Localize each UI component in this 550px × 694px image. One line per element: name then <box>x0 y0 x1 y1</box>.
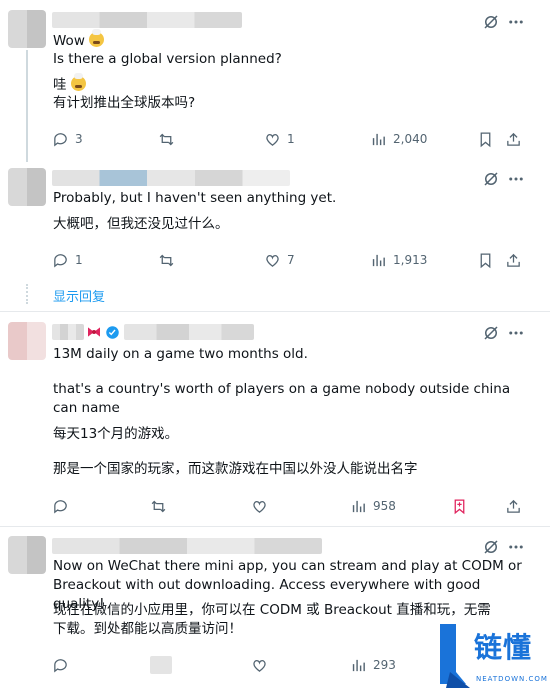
redacted-block <box>150 656 172 674</box>
repost-icon <box>159 254 174 266</box>
like-count: 1 <box>287 132 295 146</box>
watermark-brand: 链懂 <box>474 631 533 664</box>
action-bar: 1 7 1,913 <box>0 250 550 270</box>
author-handle-redacted[interactable] <box>124 324 254 340</box>
post-text-line: 每天13个月的游戏。 <box>53 426 179 442</box>
reply-icon <box>54 132 67 146</box>
heart-icon <box>253 659 266 672</box>
views-icon <box>352 500 365 512</box>
like-button[interactable]: 7 <box>264 250 295 270</box>
bookmark-button[interactable] <box>477 250 494 270</box>
share-button[interactable] <box>505 496 522 516</box>
share-button[interactable] <box>505 250 522 270</box>
action-bar: 958 <box>0 496 550 516</box>
view-count: 958 <box>373 499 396 513</box>
post-text-line: 大概吧，但我还没见过什么。 <box>53 216 229 232</box>
views-button[interactable]: 1,913 <box>370 250 427 270</box>
bookmark-icon <box>454 498 465 514</box>
bow-emoji-icon <box>88 327 100 337</box>
more-icon[interactable] <box>507 170 525 188</box>
more-icon[interactable] <box>507 13 525 31</box>
post-text-line: Wow <box>53 29 104 51</box>
views-icon <box>372 133 385 145</box>
post-text-line: Is there a global version planned? <box>53 51 282 67</box>
author-name-redacted[interactable] <box>52 12 242 28</box>
views-icon <box>352 659 365 671</box>
repost-button[interactable] <box>150 496 167 516</box>
more-icon[interactable] <box>507 538 525 556</box>
views-button[interactable]: 293 <box>350 655 396 675</box>
reply-icon <box>54 658 67 672</box>
reply-button[interactable] <box>52 496 69 516</box>
reply-count: 1 <box>75 253 83 267</box>
post-text-line: 13M daily on a game two months old. <box>53 346 308 362</box>
reply-icon <box>54 253 67 267</box>
reply-button[interactable]: 3 <box>52 129 83 149</box>
like-button[interactable]: 1 <box>264 129 295 149</box>
heart-icon <box>266 254 279 267</box>
views-button[interactable]: 2,040 <box>370 129 427 149</box>
reply-count: 3 <box>75 132 83 146</box>
avatar[interactable] <box>8 536 46 574</box>
repost-button-redacted[interactable] <box>150 655 172 675</box>
view-count: 2,040 <box>393 132 428 146</box>
reply-button[interactable]: 1 <box>52 250 83 270</box>
more-icon[interactable] <box>507 324 525 342</box>
avatar[interactable] <box>8 168 46 206</box>
exploding-head-emoji-icon <box>88 29 104 47</box>
exploding-head-emoji-icon <box>70 73 86 91</box>
bookmark-button[interactable] <box>477 129 494 149</box>
view-count: 1,913 <box>393 253 428 267</box>
post-text-line: 那是一个国家的玩家，而这款游戏在中国以外没人能说出名字 <box>53 461 418 477</box>
post-text-line: that's a country's worth of players on a… <box>53 381 511 416</box>
view-count: 293 <box>373 658 396 672</box>
divider <box>0 526 550 527</box>
repost-button[interactable] <box>158 129 175 149</box>
repost-button[interactable] <box>158 250 175 270</box>
show-replies-link[interactable]: 显示回复 <box>53 286 105 305</box>
grok-icon[interactable] <box>482 538 500 556</box>
share-icon <box>507 132 520 146</box>
post-text-line: 哇 <box>53 73 86 95</box>
views-icon <box>372 254 385 266</box>
heart-icon <box>266 133 279 146</box>
avatar[interactable] <box>8 10 46 48</box>
post-text-line: Probably, but I haven't seen anything ye… <box>53 190 337 206</box>
views-button[interactable]: 958 <box>350 496 396 516</box>
reply-button[interactable] <box>52 655 69 675</box>
like-button[interactable] <box>251 496 268 516</box>
repost-icon <box>159 133 174 145</box>
reply-icon <box>54 499 67 513</box>
verified-badge-icon <box>106 326 119 339</box>
bookmark-icon <box>480 252 491 268</box>
action-bar: 3 1 2,040 <box>0 129 550 149</box>
heart-icon <box>253 500 266 513</box>
grok-icon[interactable] <box>482 13 500 31</box>
repost-icon <box>151 500 166 512</box>
thread-line <box>26 284 28 304</box>
post-text-line: 有计划推出全球版本吗? <box>53 95 196 111</box>
share-button[interactable] <box>505 129 522 149</box>
author-name-redacted[interactable] <box>52 170 290 186</box>
grok-icon[interactable] <box>482 324 500 342</box>
author-name-redacted[interactable] <box>52 538 322 554</box>
divider <box>0 311 550 312</box>
watermark-site: NEATDOWN.COM <box>476 675 548 683</box>
bookmark-icon <box>480 131 491 147</box>
bookmark-button[interactable] <box>451 496 468 516</box>
share-icon <box>507 253 520 267</box>
share-icon <box>507 499 520 513</box>
like-button[interactable] <box>251 655 268 675</box>
like-count: 7 <box>287 253 295 267</box>
author-name-redacted[interactable] <box>52 324 84 340</box>
grok-icon[interactable] <box>482 170 500 188</box>
avatar[interactable] <box>8 322 46 360</box>
